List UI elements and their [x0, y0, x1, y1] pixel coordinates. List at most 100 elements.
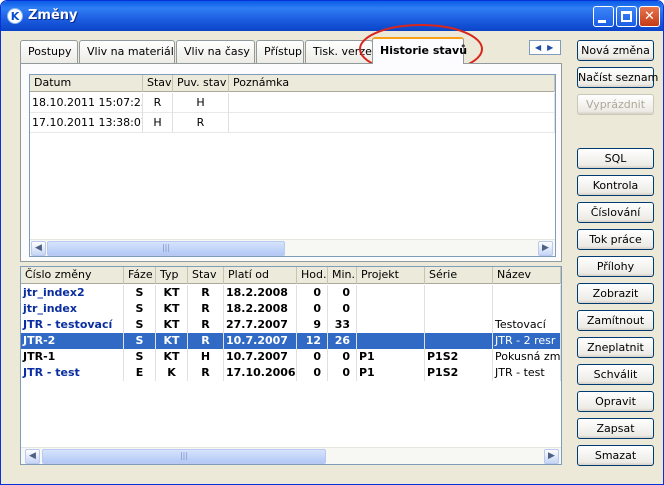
changes-grid[interactable]: Číslo změny Fáze Typ Stav Platí od Hod. … [20, 266, 562, 465]
col-min[interactable]: Min. [328, 267, 357, 284]
cell-typ: K [156, 365, 188, 381]
maximize-button[interactable] [616, 6, 637, 27]
scroll-thumb[interactable]: ||| [42, 449, 326, 464]
cell-cislo-zmeny: jtr_index [21, 301, 124, 317]
cell-typ: KT [156, 285, 188, 301]
cell-projekt [357, 317, 425, 333]
cell-min: 0 [328, 301, 357, 317]
tab-historie-stavu[interactable]: Historie stavů [372, 37, 467, 64]
tab-panel: Datum Stav Puv. stav Poznámka 18.10.2011… [20, 63, 562, 262]
cell-plati-od: 10.7.2007 [224, 333, 297, 349]
cell-plati-od: 18.2.2008 [224, 301, 297, 317]
tok-prace-button[interactable]: Tok práce [577, 229, 654, 250]
col-hod[interactable]: Hod. [297, 267, 328, 284]
cell-min: 33 [328, 317, 357, 333]
history-header: Datum Stav Puv. stav Poznámka [30, 75, 555, 92]
table-row[interactable]: JTR - testovací S KT R 27.7.2007 9 33 Testovací [21, 317, 561, 333]
cell-stav: R [188, 301, 224, 317]
schvalit-button[interactable]: Schválit [577, 364, 654, 385]
minimize-button[interactable] [593, 6, 614, 27]
close-icon: ✕ [644, 9, 655, 24]
cell-hod: 12 [297, 333, 328, 349]
cell-typ: KT [156, 317, 188, 333]
chevron-right-icon: ▶ [547, 43, 560, 52]
cell-projekt: P1 [357, 365, 425, 381]
table-row[interactable]: JTR-2 S KT R 10.7.2007 12 26 JTR - 2 resr [21, 333, 561, 349]
cell-min: 0 [328, 285, 357, 301]
cell-typ: KT [156, 301, 188, 317]
col-datum[interactable]: Datum [30, 75, 143, 92]
cell-poznamka [229, 113, 555, 133]
cell-faze: S [124, 317, 156, 333]
cell-faze: S [124, 333, 156, 349]
col-cislo-zmeny[interactable]: Číslo změny [21, 267, 124, 284]
scroll-thumb[interactable]: ||| [47, 241, 285, 256]
cell-projekt [357, 285, 425, 301]
scroll-right-icon[interactable]: ▶ [538, 241, 553, 256]
tab-postupy[interactable]: Postupy [20, 40, 78, 63]
col-plati-od[interactable]: Platí od [224, 267, 297, 284]
cell-cislo-zmeny: JTR-1 [21, 349, 124, 365]
tab-vliv-na-casy[interactable]: Vliv na časy [176, 40, 255, 63]
cell-cislo-zmeny: JTR - test [21, 365, 124, 381]
tab-vliv-na-material[interactable]: Vliv na materiál [79, 40, 175, 63]
changes-hscrollbar[interactable]: ◀ ||| ▶ [21, 447, 561, 464]
sql-button[interactable]: SQL [577, 148, 654, 169]
tab-scroll-arrows[interactable]: ◀▶ [529, 40, 561, 55]
history-hscrollbar[interactable]: ◀ ||| ▶ [30, 239, 555, 256]
table-row[interactable]: jtr_index S KT R 18.2.2008 0 0 [21, 301, 561, 317]
col-stav[interactable]: Stav [188, 267, 224, 284]
cell-nazev: JTR - 2 resr [493, 333, 561, 349]
cell-nazev: JTR - test [493, 365, 561, 381]
cell-projekt [357, 333, 425, 349]
cell-serie [425, 285, 493, 301]
table-row[interactable]: 18.10.2011 15:07:23 R H [30, 93, 555, 113]
cislovani-button[interactable]: Číslování [577, 202, 654, 223]
prilohy-button[interactable]: Přílohy [577, 256, 654, 277]
table-row[interactable]: jtr_index2 S KT R 18.2.2008 0 0 [21, 285, 561, 301]
minimize-icon [598, 20, 606, 23]
scroll-left-icon[interactable]: ◀ [25, 449, 40, 464]
col-serie[interactable]: Série [425, 267, 493, 284]
title-bar[interactable]: K Změny ✕ [1, 1, 663, 31]
col-faze[interactable]: Fáze [124, 267, 156, 284]
maximize-icon [621, 11, 632, 22]
cell-typ: KT [156, 349, 188, 365]
zapsat-button[interactable]: Zapsat [577, 418, 654, 439]
col-stav[interactable]: Stav [143, 75, 173, 92]
table-row[interactable]: JTR - test E K R 17.10.2006 0 0 P1 P1S2 JTR - tes… [21, 365, 561, 381]
kontrola-button[interactable]: Kontrola [577, 175, 654, 196]
table-row[interactable]: JTR-1SKTH10.7.200700P1P1S2Pokusná změr [21, 349, 561, 365]
cell-hod: 0 [297, 365, 328, 381]
cell-cislo-zmeny: JTR - testovací [21, 317, 124, 333]
cell-hod: 9 [297, 317, 328, 333]
zobrazit-button[interactable]: Zobrazit [577, 283, 654, 304]
nova-zmena-button[interactable]: Nová změna [577, 40, 654, 61]
col-puv-stav[interactable]: Puv. stav [173, 75, 229, 92]
cell-nazev: Pokusná změr [495, 349, 561, 365]
cell-faze: S [124, 349, 156, 365]
history-grid[interactable]: Datum Stav Puv. stav Poznámka 18.10.2011… [29, 74, 556, 257]
cell-stav: R [188, 365, 224, 381]
cell-puv-stav: H [173, 93, 229, 113]
cell-plati-od: 10.7.2007 [224, 349, 297, 365]
cell-faze: S [124, 301, 156, 317]
zamitnout-button[interactable]: Zamítnout [577, 310, 654, 331]
cell-serie [425, 333, 493, 349]
scroll-left-icon[interactable]: ◀ [31, 241, 46, 256]
smazat-button[interactable]: Smazat [577, 445, 654, 466]
close-button[interactable]: ✕ [639, 6, 660, 27]
col-projekt[interactable]: Projekt [357, 267, 425, 284]
zneplatnit-button[interactable]: Zneplatnit [577, 337, 654, 358]
tab-pristup[interactable]: Přístup [256, 40, 304, 63]
col-poznamka[interactable]: Poznámka [229, 75, 555, 92]
cell-nazev [493, 285, 561, 301]
col-typ[interactable]: Typ [156, 267, 188, 284]
opravit-button[interactable]: Opravit [577, 391, 654, 412]
col-nazev[interactable]: Název [493, 267, 561, 284]
scroll-right-icon[interactable]: ▶ [544, 449, 559, 464]
table-row[interactable]: 17.10.2011 13:38:07 H R [30, 113, 555, 133]
nacist-seznam-button[interactable]: Načíst seznam [577, 67, 658, 88]
cell-hod: 0 [297, 285, 328, 301]
cell-hod: 0 [297, 349, 328, 365]
